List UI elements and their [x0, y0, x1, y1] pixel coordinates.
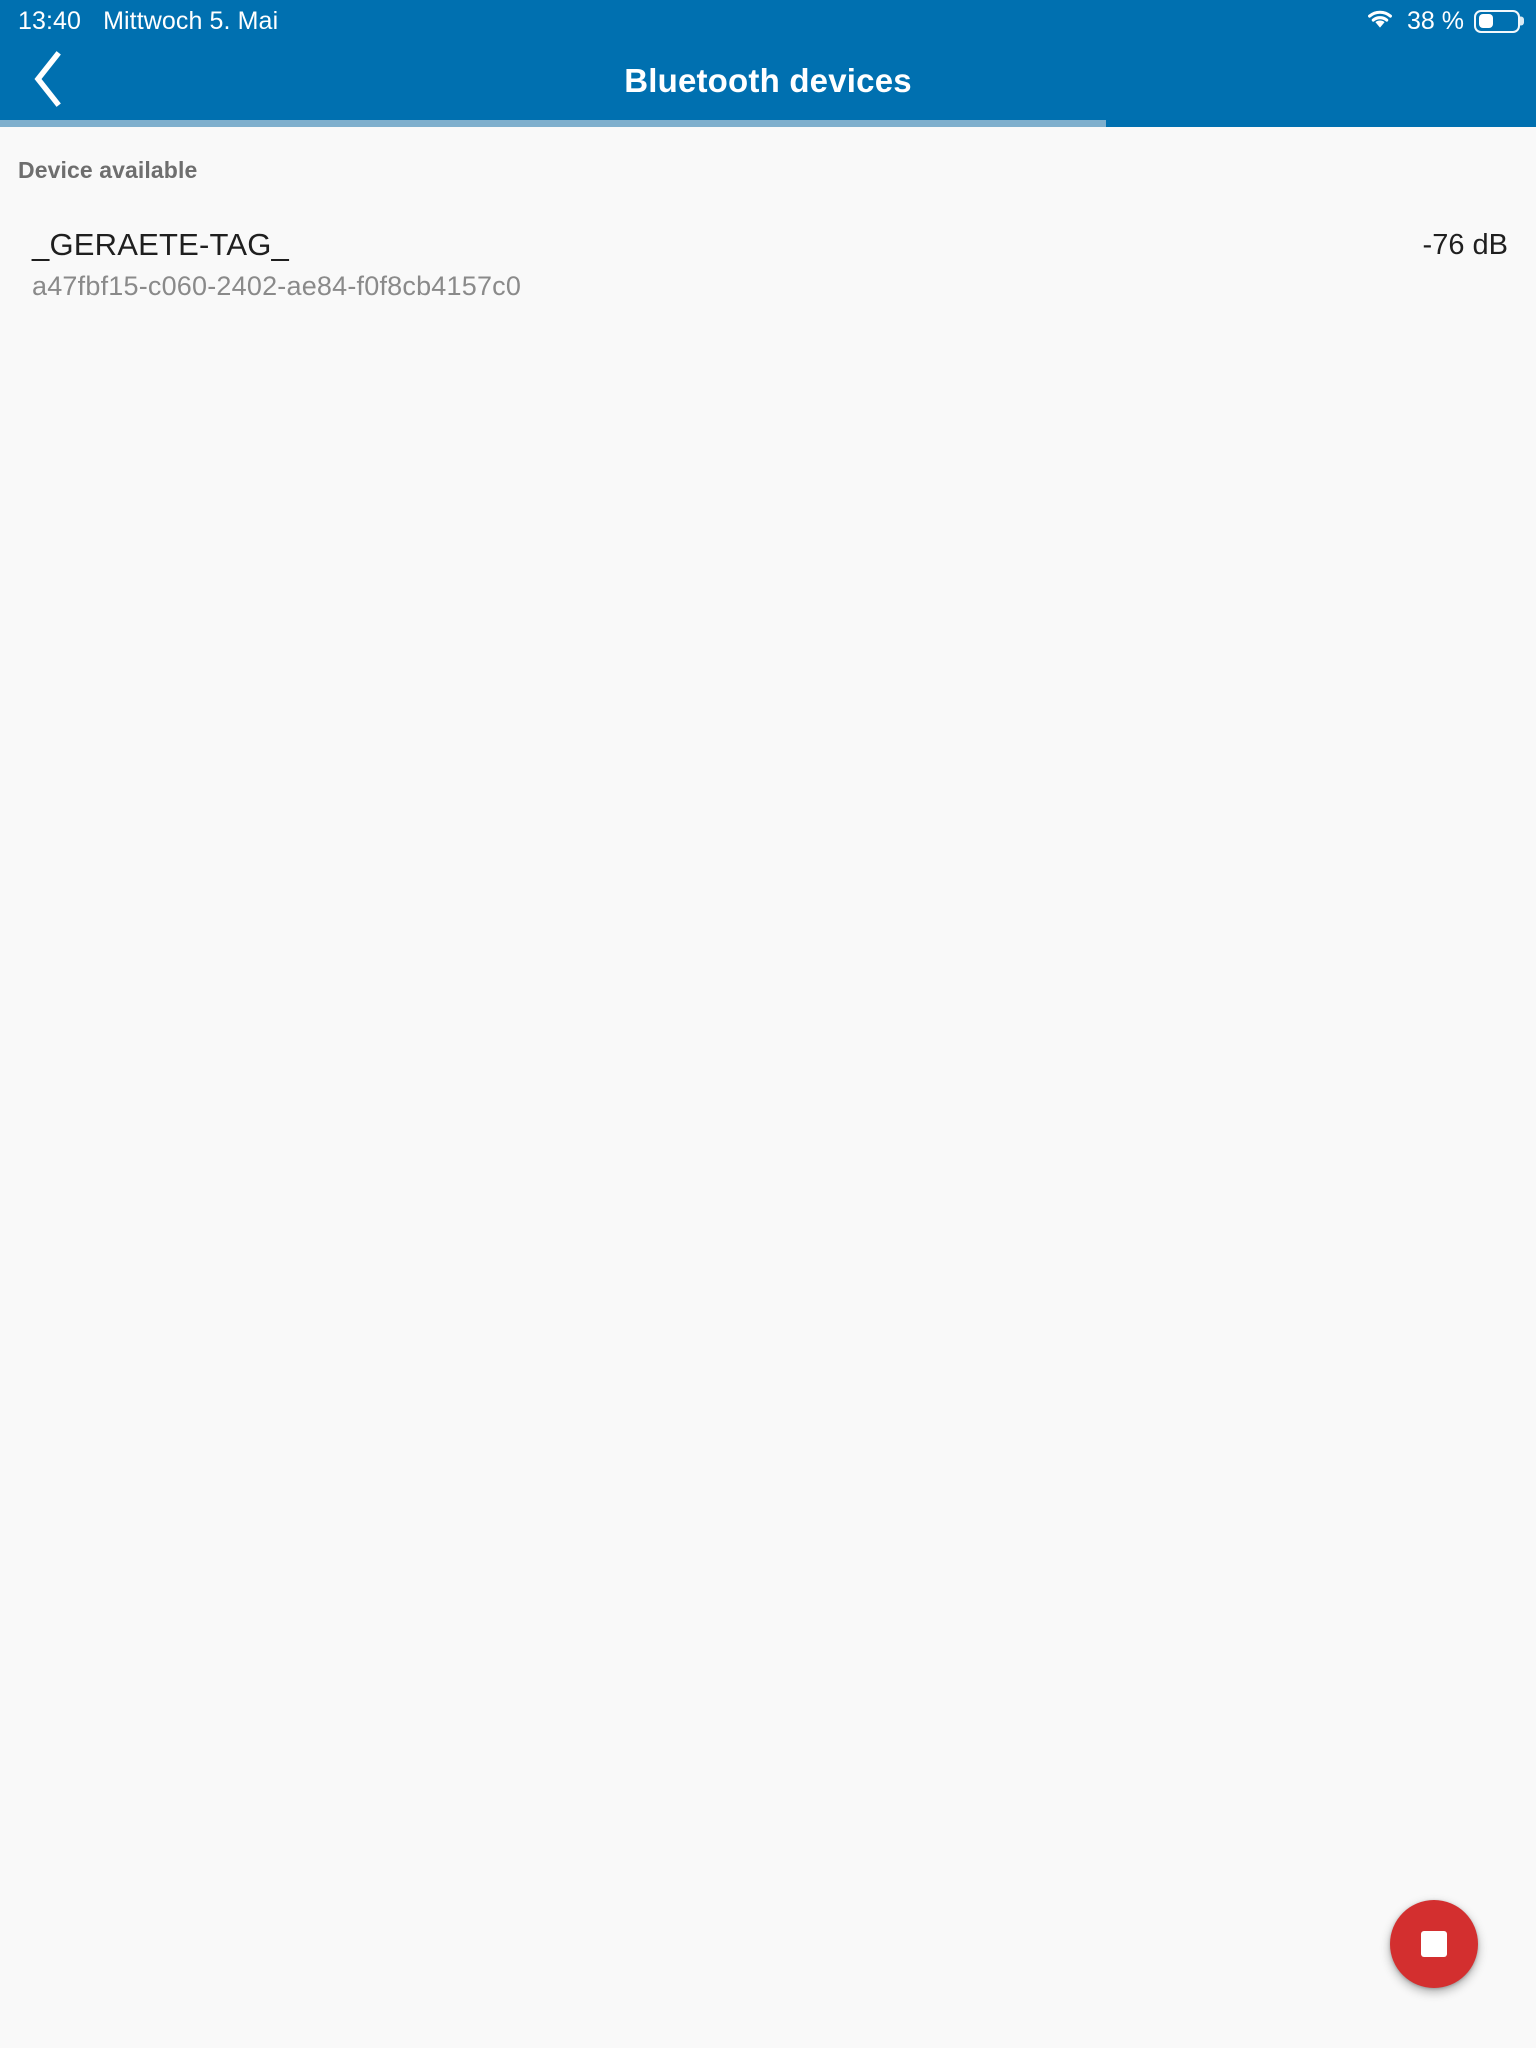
status-bar-left: 13:40 Mittwoch 5. Mai: [0, 7, 278, 36]
device-signal-strength: -76 dB: [1422, 229, 1508, 261]
device-name: _GERAETE-TAG_: [32, 227, 289, 262]
scan-progress-indicator: [0, 120, 1106, 127]
page-title: Bluetooth devices: [624, 62, 912, 99]
section-header-device-available: Device available: [18, 157, 198, 183]
chevron-left-icon: [31, 50, 65, 112]
device-list-container: Device available _GERAETE-TAG_ a47fbf15-…: [0, 127, 1536, 2048]
stop-square-icon: [1421, 1931, 1447, 1957]
status-time: 13:40: [18, 6, 82, 35]
bluetooth-devices-screen: 13:40 Mittwoch 5. Mai 38 % Bluetooth dev…: [0, 0, 1536, 2048]
stop-scan-fab[interactable]: [1390, 1900, 1478, 1988]
back-button[interactable]: [0, 42, 96, 120]
battery-icon: [1474, 9, 1524, 33]
device-uuid: a47fbf15-c060-2402-ae84-f0f8cb4157c0: [32, 271, 522, 301]
device-info: _GERAETE-TAG_ a47fbf15-c060-2402-ae84-f0…: [32, 226, 1403, 304]
scan-progress-bar: [0, 120, 1536, 127]
status-date: Mittwoch 5. Mai: [103, 6, 279, 35]
app-bar: Bluetooth devices: [0, 42, 1536, 120]
device-list-item[interactable]: _GERAETE-TAG_ a47fbf15-c060-2402-ae84-f0…: [0, 184, 1536, 304]
status-bar: 13:40 Mittwoch 5. Mai 38 %: [0, 0, 1536, 42]
wifi-icon: [1365, 8, 1395, 35]
status-bar-right: 38 %: [1365, 7, 1536, 36]
battery-percent-label: 38 %: [1407, 6, 1464, 35]
